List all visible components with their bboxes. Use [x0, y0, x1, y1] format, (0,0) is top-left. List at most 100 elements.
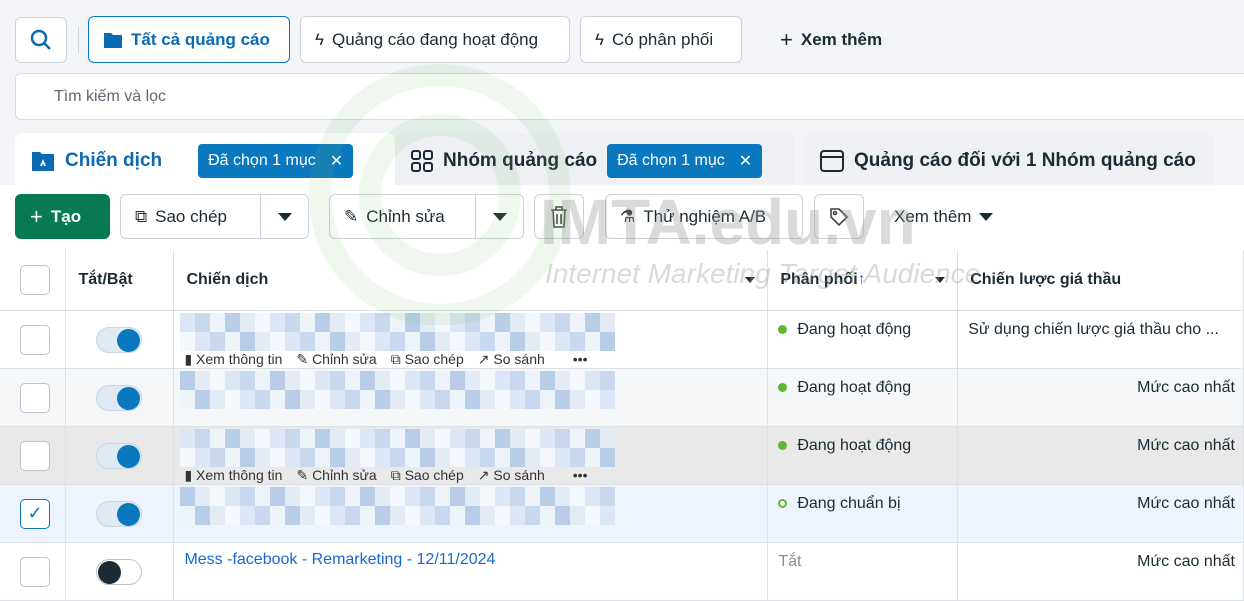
create-button[interactable]: + Tạo [15, 194, 110, 239]
bid-strategy: Mức cao nhất [1137, 494, 1235, 512]
caret-down-icon [492, 212, 507, 221]
campaign-name-redacted[interactable] [180, 428, 620, 467]
select-all-checkbox[interactable] [20, 264, 50, 295]
header-delivery[interactable]: Phân phối↑ [767, 250, 959, 311]
tag-button[interactable] [814, 194, 864, 239]
table-row[interactable]: Đang hoạt động Mức cao nhất [0, 368, 1244, 427]
row-checkbox[interactable] [20, 440, 50, 471]
more-label: Xem thêm [800, 29, 883, 49]
status-dot-icon [778, 499, 788, 508]
header-bid-strategy[interactable]: Chiến lược giá thầu [957, 250, 1244, 311]
row-checkbox[interactable]: ✓ [20, 498, 50, 529]
delivery-status: Tắt [778, 552, 802, 570]
sort-up-icon: ↑ [857, 270, 866, 288]
edit-button[interactable]: ✎ Chỉnh sửa [329, 194, 524, 239]
tab-active-ads[interactable]: ϟ Quảng cáo đang hoạt động [300, 16, 570, 63]
create-label: Tạo [50, 206, 82, 226]
folder-icon [104, 32, 122, 48]
pencil-icon: ✎ [344, 206, 359, 226]
search-button[interactable] [15, 17, 67, 63]
action-label: Chỉnh sửa [312, 350, 377, 367]
level-label: Nhóm quảng cáo [443, 149, 598, 171]
action-label: Xem thông tin [196, 466, 283, 483]
delete-button[interactable] [534, 194, 584, 239]
caret-down-icon[interactable] [935, 276, 946, 283]
selected-chip: Đã chọn 1 mục ✕ [607, 143, 763, 178]
close-icon[interactable]: ✕ [330, 151, 343, 171]
campaign-toggle[interactable] [96, 442, 143, 469]
more-icon[interactable]: ••• [573, 467, 588, 483]
bid-strategy: Mức cao nhất [1137, 436, 1235, 454]
level-label: Quảng cáo đối với 1 Nhóm quảng cáo [854, 149, 1196, 171]
filter-placeholder: Tìm kiếm và lọc [54, 87, 167, 105]
row-checkbox[interactable] [20, 324, 50, 355]
close-icon[interactable]: ✕ [739, 151, 752, 171]
duplicate-button[interactable]: ⧉ Sao chép [120, 194, 309, 239]
campaign-name-link[interactable]: Mess -facebook - Remarketing - 12/11/202… [174, 543, 767, 569]
more-label: Xem thêm [894, 206, 972, 226]
campaign-toggle[interactable] [96, 384, 143, 411]
campaigns-table: Tắt/Bật Chiến dịch Phân phối↑ Chiến lược… [0, 250, 1244, 601]
more-icon[interactable]: ••• [573, 351, 588, 367]
grid-icon [411, 149, 433, 172]
plus-icon: + [780, 26, 793, 52]
duplicate-action[interactable]: ⧉ Sao chép [391, 351, 464, 368]
view-insights-action[interactable]: ▮ Xem thông tin [184, 351, 282, 368]
bid-strategy: Sử dụng chiến lược giá thầu cho ... [968, 320, 1219, 338]
ab-test-label: Thử nghiệm A/B [643, 206, 767, 226]
campaign-toggle[interactable] [96, 326, 143, 353]
action-label: So sánh [493, 466, 545, 483]
bid-strategy: Mức cao nhất [1137, 378, 1235, 396]
row-checkbox[interactable] [20, 382, 50, 413]
more-actions-button[interactable]: Xem thêm [880, 194, 1008, 239]
tab-all-ads[interactable]: Tất cả quảng cáo [88, 16, 290, 63]
campaign-toggle[interactable] [96, 558, 143, 585]
header-label: Phân phối [780, 270, 858, 288]
edit-action[interactable]: ✎ Chỉnh sửa [296, 351, 376, 368]
table-row[interactable]: ▮ Xem thông tin ✎ Chỉnh sửa ⧉ Sao chép ↗… [0, 310, 1244, 369]
campaign-name-redacted[interactable] [180, 370, 620, 409]
more-tabs-button[interactable]: + Xem thêm [766, 16, 896, 63]
table-row[interactable]: ▮ Xem thông tin ✎ Chỉnh sửa ⧉ Sao chép ↗… [0, 426, 1244, 485]
action-label: Chỉnh sửa [312, 466, 377, 483]
duplicate-action[interactable]: ⧉ Sao chép [391, 467, 464, 484]
campaign-name-redacted[interactable] [180, 312, 620, 351]
search-icon [30, 29, 51, 50]
search-filter-input[interactable]: Tìm kiếm và lọc [15, 73, 1244, 120]
ab-test-button[interactable]: ⚗ Thử nghiệm A/B [605, 194, 803, 239]
lightning-icon: ϟ [595, 29, 604, 49]
lightning-icon: ϟ [315, 29, 324, 49]
action-label: Sao chép [404, 466, 464, 483]
ad-window-icon [820, 149, 844, 172]
action-label: Sao chép [404, 350, 464, 367]
duplicate-dropdown[interactable] [260, 195, 308, 238]
compare-action[interactable]: ↗ So sánh [478, 351, 545, 368]
header-campaign[interactable]: Chiến dịch [173, 250, 769, 311]
row-checkbox[interactable] [20, 556, 50, 587]
edit-dropdown[interactable] [475, 195, 523, 238]
delivery-status: Đang hoạt động [797, 320, 912, 338]
status-dot-icon [778, 383, 788, 392]
campaign-name-redacted[interactable] [180, 486, 620, 525]
caret-down-icon[interactable] [745, 276, 756, 283]
compare-action[interactable]: ↗ So sánh [478, 467, 545, 484]
view-insights-action[interactable]: ▮ Xem thông tin [184, 467, 282, 484]
edit-action[interactable]: ✎ Chỉnh sửa [296, 467, 376, 484]
row-actions: ▮ Xem thông tin ✎ Chỉnh sửa ⧉ Sao chép ↗… [184, 467, 767, 484]
plus-icon: + [30, 203, 43, 229]
level-tab-campaigns[interactable]: Chiến dịch Đã chọn 1 mục ✕ [15, 133, 395, 188]
caret-down-icon [277, 212, 292, 221]
level-tab-adsets[interactable]: Nhóm quảng cáo Đã chọn 1 mục ✕ [395, 133, 795, 188]
caret-down-icon [979, 212, 994, 221]
level-label: Chiến dịch [65, 149, 163, 171]
status-dot-icon [778, 441, 788, 450]
tab-delivering[interactable]: ϟ Có phân phối [580, 16, 742, 63]
table-row[interactable]: ✓ Đang chuẩn bị Mức cao nhất [0, 484, 1244, 543]
bid-strategy: Mức cao nhất [1137, 552, 1235, 570]
table-row[interactable]: Mess -facebook - Remarketing - 12/11/202… [0, 542, 1244, 601]
level-tab-ads[interactable]: Quảng cáo đối với 1 Nhóm quảng cáo [804, 133, 1214, 188]
action-label: So sánh [493, 350, 545, 367]
tag-icon [830, 207, 849, 226]
status-dot-icon [778, 325, 788, 334]
campaign-toggle[interactable] [96, 500, 143, 527]
